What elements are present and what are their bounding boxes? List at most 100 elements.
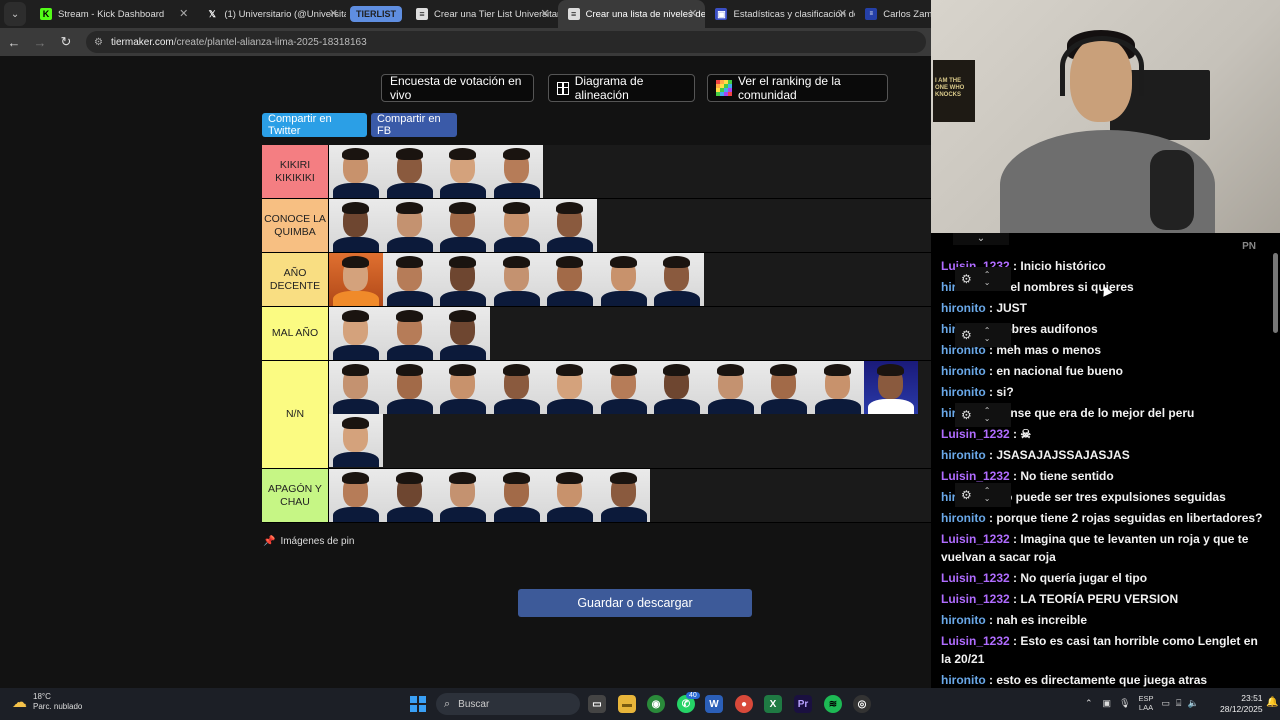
player-image[interactable] [382, 145, 436, 198]
player-image[interactable] [703, 361, 757, 414]
back-arrow-icon[interactable]: ← [2, 30, 26, 54]
forward-arrow-icon[interactable]: → [28, 30, 52, 54]
player-image[interactable] [436, 361, 490, 414]
player-image[interactable] [650, 253, 704, 306]
monitor-icon[interactable]: ▭ [1162, 698, 1171, 709]
chat-username[interactable]: hironito [941, 448, 986, 462]
player-image[interactable] [436, 253, 490, 306]
player-image[interactable] [382, 199, 436, 252]
mod-gear-control[interactable]: ⚙ ⌃ ⌄ [955, 483, 1011, 507]
player-image[interactable] [810, 361, 864, 414]
share-fb-button[interactable]: Compartir en FB [371, 113, 457, 137]
alignment-chart-button[interactable]: Diagrama de alineación [548, 74, 695, 102]
obs-icon[interactable]: ◎ [853, 695, 871, 713]
microphone-icon[interactable]: 🎙 [1119, 698, 1130, 709]
tier-label[interactable]: KIKIRI KIKIKIKI [262, 145, 329, 198]
mod-gear-control[interactable]: ⚙ ⌃ ⌄ [955, 403, 1011, 427]
pin-images-toggle[interactable]: 📌 Imágenes de pin [263, 536, 354, 547]
taskbar-search-input[interactable]: ⌕ Buscar [436, 693, 580, 715]
premiere-icon[interactable]: Pr [794, 695, 812, 713]
task-view-icon[interactable]: ▭ [588, 695, 606, 713]
site-info-icon[interactable]: ⚙ [94, 37, 103, 48]
language-indicator[interactable]: ESP LAA [1139, 694, 1154, 712]
chrome-icon[interactable]: ◉ [647, 695, 665, 713]
player-image[interactable] [382, 307, 436, 360]
close-icon[interactable]: ✕ [838, 7, 847, 20]
player-image[interactable] [436, 145, 490, 198]
player-image[interactable] [382, 361, 436, 414]
player-image[interactable] [329, 414, 383, 467]
player-image[interactable] [382, 469, 436, 522]
chat-username[interactable]: Luisin_1232 [941, 592, 1010, 606]
player-image[interactable] [329, 469, 383, 522]
player-image[interactable] [329, 145, 383, 198]
file-explorer-icon[interactable]: ▬ [618, 695, 636, 713]
tier-label[interactable]: N/N [262, 361, 329, 468]
chat-username[interactable]: Luisin_1232 [941, 427, 1010, 441]
tab-carlos[interactable]: ≡ Carlos Zamb [855, 0, 931, 28]
close-icon[interactable]: ✕ [329, 7, 338, 20]
player-image[interactable] [489, 361, 543, 414]
share-twitter-button[interactable]: Compartir en Twitter [262, 113, 367, 137]
player-image[interactable] [436, 307, 490, 360]
notification-bell-icon[interactable]: 🔔 [1266, 697, 1278, 708]
word-icon[interactable]: W [705, 695, 723, 713]
chat-username[interactable]: hironito [941, 673, 986, 687]
network-icon[interactable]: ⌸ [1176, 698, 1181, 709]
player-image[interactable] [489, 199, 543, 252]
tier-label[interactable]: MAL AÑO [262, 307, 329, 360]
player-image[interactable] [436, 199, 490, 252]
tab-tierlist-universitario[interactable]: ≡ Crear una Tier List Universitario ✕ [406, 0, 558, 28]
close-icon[interactable]: ✕ [179, 7, 188, 20]
player-image[interactable] [596, 361, 650, 414]
tier-label[interactable]: AÑO DECENTE [262, 253, 329, 306]
player-image[interactable] [596, 469, 650, 522]
live-poll-button[interactable]: Encuesta de votación en vivo [381, 74, 534, 102]
close-icon[interactable]: ✕ [688, 7, 697, 20]
close-icon[interactable]: ✕ [540, 7, 549, 20]
chevron-down-icon[interactable]: ⌄ [953, 233, 1009, 245]
player-image[interactable] [329, 307, 383, 360]
tier-label[interactable]: APAGÓN Y CHAU [262, 469, 329, 522]
player-image[interactable] [489, 253, 543, 306]
player-image[interactable] [650, 361, 704, 414]
player-image[interactable] [543, 469, 597, 522]
player-image[interactable] [329, 361, 383, 414]
tier-items[interactable] [329, 307, 931, 360]
player-image[interactable] [489, 469, 543, 522]
tier-label[interactable]: CONOCE LA QUIMBA [262, 199, 329, 252]
reload-icon[interactable]: ↻ [54, 30, 78, 54]
windows-start-icon[interactable] [410, 696, 426, 712]
chat-username[interactable]: Luisin_1232 [941, 571, 1010, 585]
mod-gear-control[interactable]: ⚙ ⌃ ⌄ [955, 323, 1011, 347]
tier-items[interactable] [329, 145, 931, 198]
tier-items[interactable] [329, 199, 931, 252]
player-image[interactable] [436, 469, 490, 522]
community-ranking-button[interactable]: Ver el ranking de la comunidad [707, 74, 888, 102]
chat-scrollbar[interactable] [1273, 253, 1278, 333]
player-image[interactable] [329, 199, 383, 252]
chat-username[interactable]: hironito [941, 385, 986, 399]
volume-icon[interactable]: 🔈 [1187, 698, 1198, 709]
player-image[interactable] [543, 199, 597, 252]
url-input[interactable]: ⚙ tiermaker.com /create/plantel-alianza-… [86, 31, 926, 53]
tier-items[interactable] [329, 469, 931, 522]
weather-widget[interactable]: ☁ 18°C Parc. nublado [12, 692, 82, 712]
player-image[interactable] [596, 253, 650, 306]
chat-username[interactable]: hironito [941, 301, 986, 315]
chevron-up-icon[interactable]: ⌃ [1085, 698, 1093, 709]
taskbar-clock[interactable]: 23:51 28/12/2025 [1220, 693, 1263, 715]
chat-username[interactable]: Luisin_1232 [941, 532, 1010, 546]
player-image[interactable] [329, 253, 383, 306]
tab-tierlist-alianza[interactable]: ≡ Crear una lista de niveles de Al ✕ [557, 0, 706, 28]
player-image[interactable] [757, 361, 811, 414]
tray-app-icon[interactable]: ▣ [1103, 698, 1112, 709]
player-image[interactable] [543, 253, 597, 306]
tab-estadisticas[interactable]: ▣ Estadísticas y clasificación de C ✕ [705, 0, 855, 28]
player-image[interactable] [489, 145, 543, 198]
chat-username[interactable]: Luisin_1232 [941, 469, 1010, 483]
chat-username[interactable]: hironito [941, 511, 986, 525]
mod-gear-control[interactable]: ⚙ ⌃ ⌄ [955, 267, 1011, 291]
player-image[interactable] [543, 361, 597, 414]
player-image[interactable] [864, 361, 918, 414]
